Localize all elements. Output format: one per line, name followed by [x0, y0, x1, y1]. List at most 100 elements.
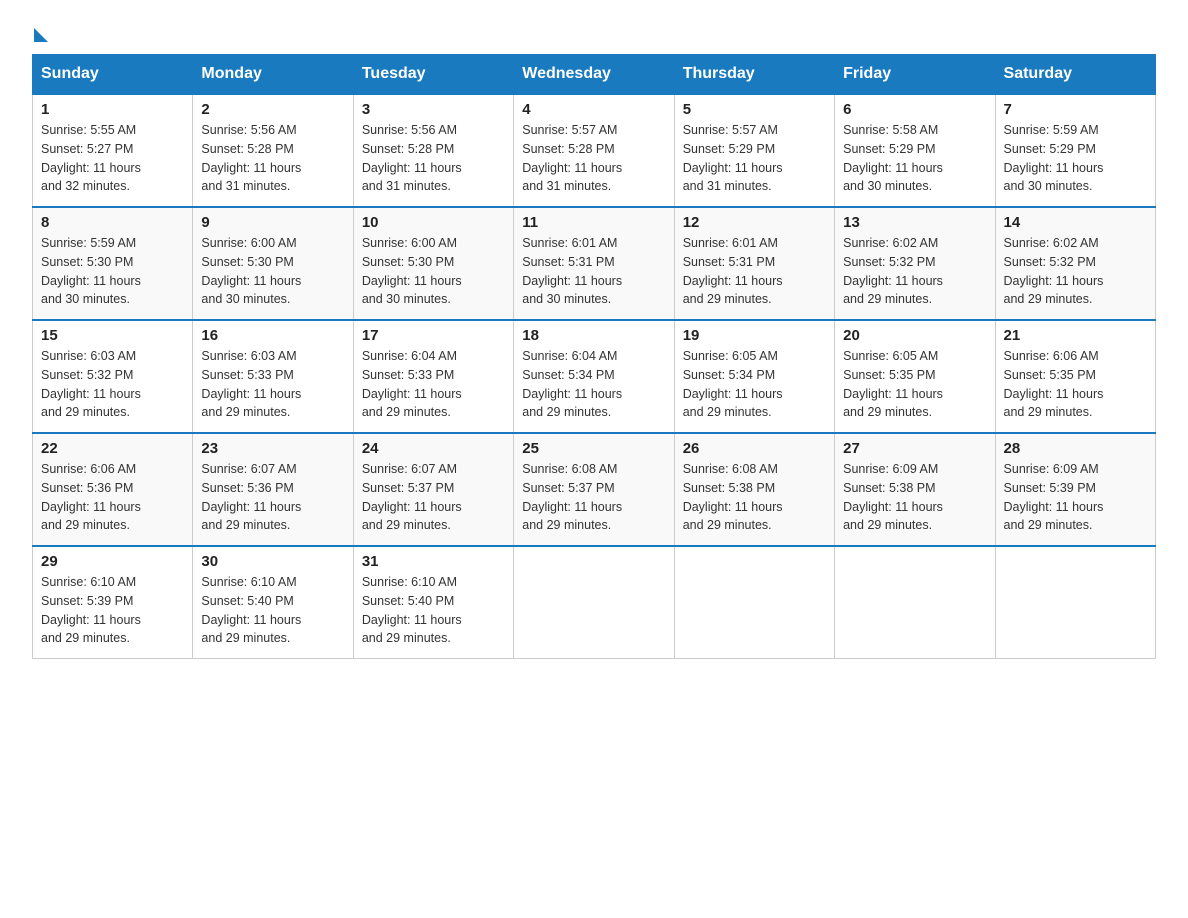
- day-number: 29: [41, 553, 184, 570]
- sun-info: Sunrise: 6:01 AMSunset: 5:31 PMDaylight:…: [522, 236, 622, 306]
- sun-info: Sunrise: 6:02 AMSunset: 5:32 PMDaylight:…: [843, 236, 943, 306]
- calendar-cell: 25 Sunrise: 6:08 AMSunset: 5:37 PMDaylig…: [514, 433, 674, 546]
- day-number: 17: [362, 327, 505, 344]
- sun-info: Sunrise: 5:55 AMSunset: 5:27 PMDaylight:…: [41, 123, 141, 193]
- calendar-cell: 2 Sunrise: 5:56 AMSunset: 5:28 PMDayligh…: [193, 94, 353, 207]
- calendar-week-row: 8 Sunrise: 5:59 AMSunset: 5:30 PMDayligh…: [33, 207, 1156, 320]
- calendar-cell: 24 Sunrise: 6:07 AMSunset: 5:37 PMDaylig…: [353, 433, 513, 546]
- calendar-week-row: 15 Sunrise: 6:03 AMSunset: 5:32 PMDaylig…: [33, 320, 1156, 433]
- sun-info: Sunrise: 6:04 AMSunset: 5:34 PMDaylight:…: [522, 349, 622, 419]
- day-number: 19: [683, 327, 826, 344]
- calendar-cell: 8 Sunrise: 5:59 AMSunset: 5:30 PMDayligh…: [33, 207, 193, 320]
- calendar-cell: 20 Sunrise: 6:05 AMSunset: 5:35 PMDaylig…: [835, 320, 995, 433]
- logo-triangle-icon: [34, 28, 48, 42]
- sun-info: Sunrise: 6:09 AMSunset: 5:38 PMDaylight:…: [843, 462, 943, 532]
- col-saturday: Saturday: [995, 55, 1155, 95]
- calendar-cell: 17 Sunrise: 6:04 AMSunset: 5:33 PMDaylig…: [353, 320, 513, 433]
- calendar-cell: 29 Sunrise: 6:10 AMSunset: 5:39 PMDaylig…: [33, 546, 193, 659]
- sun-info: Sunrise: 6:07 AMSunset: 5:36 PMDaylight:…: [201, 462, 301, 532]
- sun-info: Sunrise: 6:05 AMSunset: 5:35 PMDaylight:…: [843, 349, 943, 419]
- calendar-week-row: 29 Sunrise: 6:10 AMSunset: 5:39 PMDaylig…: [33, 546, 1156, 659]
- calendar-cell: 10 Sunrise: 6:00 AMSunset: 5:30 PMDaylig…: [353, 207, 513, 320]
- sun-info: Sunrise: 6:00 AMSunset: 5:30 PMDaylight:…: [362, 236, 462, 306]
- logo: [32, 24, 48, 38]
- sun-info: Sunrise: 6:03 AMSunset: 5:32 PMDaylight:…: [41, 349, 141, 419]
- sun-info: Sunrise: 6:05 AMSunset: 5:34 PMDaylight:…: [683, 349, 783, 419]
- day-number: 15: [41, 327, 184, 344]
- calendar-week-row: 22 Sunrise: 6:06 AMSunset: 5:36 PMDaylig…: [33, 433, 1156, 546]
- day-number: 22: [41, 440, 184, 457]
- col-sunday: Sunday: [33, 55, 193, 95]
- sun-info: Sunrise: 6:06 AMSunset: 5:36 PMDaylight:…: [41, 462, 141, 532]
- calendar-cell: 28 Sunrise: 6:09 AMSunset: 5:39 PMDaylig…: [995, 433, 1155, 546]
- calendar-table: Sunday Monday Tuesday Wednesday Thursday…: [32, 54, 1156, 659]
- calendar-body: 1 Sunrise: 5:55 AMSunset: 5:27 PMDayligh…: [33, 94, 1156, 659]
- day-number: 10: [362, 214, 505, 231]
- calendar-header: Sunday Monday Tuesday Wednesday Thursday…: [33, 55, 1156, 95]
- calendar-cell: 15 Sunrise: 6:03 AMSunset: 5:32 PMDaylig…: [33, 320, 193, 433]
- day-number: 26: [683, 440, 826, 457]
- day-number: 30: [201, 553, 344, 570]
- col-wednesday: Wednesday: [514, 55, 674, 95]
- sun-info: Sunrise: 6:10 AMSunset: 5:39 PMDaylight:…: [41, 575, 141, 645]
- day-number: 12: [683, 214, 826, 231]
- day-number: 27: [843, 440, 986, 457]
- day-number: 1: [41, 101, 184, 118]
- sun-info: Sunrise: 5:57 AMSunset: 5:29 PMDaylight:…: [683, 123, 783, 193]
- day-number: 28: [1004, 440, 1147, 457]
- day-number: 18: [522, 327, 665, 344]
- day-number: 3: [362, 101, 505, 118]
- day-number: 4: [522, 101, 665, 118]
- sun-info: Sunrise: 6:06 AMSunset: 5:35 PMDaylight:…: [1004, 349, 1104, 419]
- day-number: 5: [683, 101, 826, 118]
- sun-info: Sunrise: 6:10 AMSunset: 5:40 PMDaylight:…: [362, 575, 462, 645]
- calendar-cell: 26 Sunrise: 6:08 AMSunset: 5:38 PMDaylig…: [674, 433, 834, 546]
- calendar-cell: [835, 546, 995, 659]
- day-number: 20: [843, 327, 986, 344]
- day-number: 31: [362, 553, 505, 570]
- sun-info: Sunrise: 5:59 AMSunset: 5:30 PMDaylight:…: [41, 236, 141, 306]
- calendar-cell: 7 Sunrise: 5:59 AMSunset: 5:29 PMDayligh…: [995, 94, 1155, 207]
- col-monday: Monday: [193, 55, 353, 95]
- day-number: 6: [843, 101, 986, 118]
- calendar-cell: 23 Sunrise: 6:07 AMSunset: 5:36 PMDaylig…: [193, 433, 353, 546]
- sun-info: Sunrise: 6:09 AMSunset: 5:39 PMDaylight:…: [1004, 462, 1104, 532]
- page-header: [32, 24, 1156, 38]
- day-number: 8: [41, 214, 184, 231]
- calendar-cell: [514, 546, 674, 659]
- day-number: 23: [201, 440, 344, 457]
- calendar-cell: 5 Sunrise: 5:57 AMSunset: 5:29 PMDayligh…: [674, 94, 834, 207]
- sun-info: Sunrise: 5:59 AMSunset: 5:29 PMDaylight:…: [1004, 123, 1104, 193]
- day-number: 24: [362, 440, 505, 457]
- sun-info: Sunrise: 6:08 AMSunset: 5:37 PMDaylight:…: [522, 462, 622, 532]
- calendar-cell: 21 Sunrise: 6:06 AMSunset: 5:35 PMDaylig…: [995, 320, 1155, 433]
- calendar-cell: 27 Sunrise: 6:09 AMSunset: 5:38 PMDaylig…: [835, 433, 995, 546]
- day-number: 9: [201, 214, 344, 231]
- header-row: Sunday Monday Tuesday Wednesday Thursday…: [33, 55, 1156, 95]
- calendar-cell: 4 Sunrise: 5:57 AMSunset: 5:28 PMDayligh…: [514, 94, 674, 207]
- sun-info: Sunrise: 6:01 AMSunset: 5:31 PMDaylight:…: [683, 236, 783, 306]
- calendar-cell: 18 Sunrise: 6:04 AMSunset: 5:34 PMDaylig…: [514, 320, 674, 433]
- col-thursday: Thursday: [674, 55, 834, 95]
- calendar-cell: [674, 546, 834, 659]
- calendar-cell: 11 Sunrise: 6:01 AMSunset: 5:31 PMDaylig…: [514, 207, 674, 320]
- sun-info: Sunrise: 6:04 AMSunset: 5:33 PMDaylight:…: [362, 349, 462, 419]
- sun-info: Sunrise: 5:57 AMSunset: 5:28 PMDaylight:…: [522, 123, 622, 193]
- sun-info: Sunrise: 6:02 AMSunset: 5:32 PMDaylight:…: [1004, 236, 1104, 306]
- sun-info: Sunrise: 6:00 AMSunset: 5:30 PMDaylight:…: [201, 236, 301, 306]
- sun-info: Sunrise: 5:56 AMSunset: 5:28 PMDaylight:…: [362, 123, 462, 193]
- day-number: 2: [201, 101, 344, 118]
- calendar-cell: 12 Sunrise: 6:01 AMSunset: 5:31 PMDaylig…: [674, 207, 834, 320]
- calendar-cell: 31 Sunrise: 6:10 AMSunset: 5:40 PMDaylig…: [353, 546, 513, 659]
- calendar-cell: 9 Sunrise: 6:00 AMSunset: 5:30 PMDayligh…: [193, 207, 353, 320]
- sun-info: Sunrise: 6:07 AMSunset: 5:37 PMDaylight:…: [362, 462, 462, 532]
- sun-info: Sunrise: 6:10 AMSunset: 5:40 PMDaylight:…: [201, 575, 301, 645]
- day-number: 21: [1004, 327, 1147, 344]
- calendar-cell: 30 Sunrise: 6:10 AMSunset: 5:40 PMDaylig…: [193, 546, 353, 659]
- day-number: 7: [1004, 101, 1147, 118]
- calendar-cell: 13 Sunrise: 6:02 AMSunset: 5:32 PMDaylig…: [835, 207, 995, 320]
- calendar-cell: 22 Sunrise: 6:06 AMSunset: 5:36 PMDaylig…: [33, 433, 193, 546]
- col-tuesday: Tuesday: [353, 55, 513, 95]
- sun-info: Sunrise: 5:56 AMSunset: 5:28 PMDaylight:…: [201, 123, 301, 193]
- sun-info: Sunrise: 6:03 AMSunset: 5:33 PMDaylight:…: [201, 349, 301, 419]
